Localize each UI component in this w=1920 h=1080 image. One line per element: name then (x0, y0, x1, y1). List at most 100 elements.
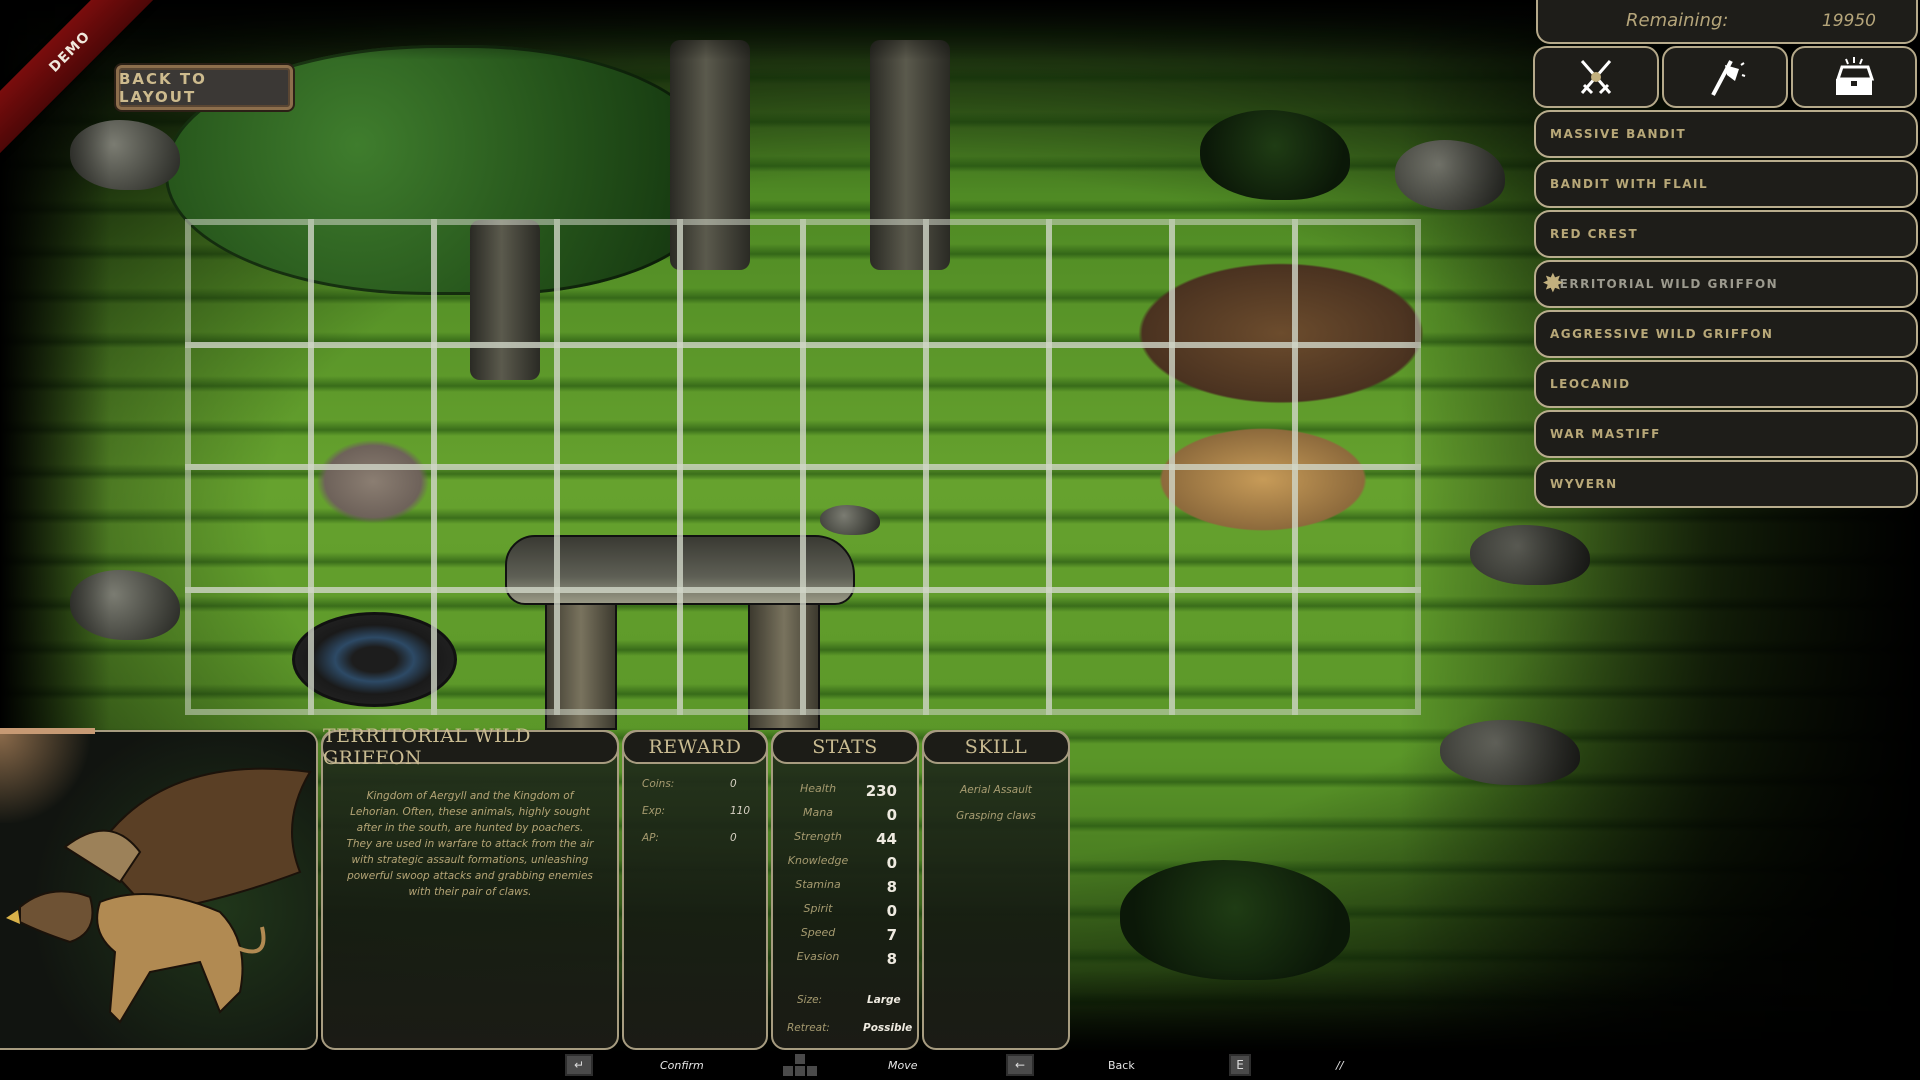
retreat-label: Retreat: (787, 1022, 830, 1034)
grid-cell[interactable] (1046, 464, 1175, 593)
grid-cell[interactable] (554, 464, 683, 593)
grid-cell[interactable] (308, 341, 437, 470)
grid-cell[interactable] (800, 341, 929, 470)
e-hint: // (1336, 1059, 1344, 1072)
stat-value: 0 (886, 806, 897, 824)
grid-cell[interactable] (1046, 586, 1175, 715)
enemy-list-item[interactable]: AGGRESSIVE WILD GRIFFON (1534, 310, 1918, 358)
bush (1200, 110, 1350, 200)
enemy-list-item[interactable]: RED CREST (1534, 210, 1918, 258)
selection-star-icon: ✸ (1542, 269, 1566, 299)
stat-label: Mana (803, 806, 833, 819)
grid-cell[interactable] (800, 586, 929, 715)
skill-item[interactable]: Grasping claws (924, 810, 1068, 822)
grid-cell[interactable] (185, 341, 314, 470)
grid-cell[interactable] (185, 464, 314, 593)
enemy-list-item-label: AGGRESSIVE WILD GRIFFON (1550, 327, 1774, 341)
enemy-list-item-label: MASSIVE BANDIT (1550, 127, 1687, 141)
enemy-list-item[interactable]: WYVERN (1534, 460, 1918, 508)
stat-row: Strength 44 (773, 830, 917, 850)
tab-equipment[interactable] (1662, 46, 1788, 108)
stat-row: Health 230 (773, 782, 917, 802)
grid-cell[interactable] (185, 219, 314, 348)
grid-cell[interactable] (431, 586, 560, 715)
stat-value: 0 (886, 902, 897, 920)
stat-value: 8 (886, 950, 897, 968)
grid-cell[interactable] (554, 341, 683, 470)
enemy-list-item[interactable]: MASSIVE BANDIT (1534, 110, 1918, 158)
arrow-keys-icon (783, 1054, 817, 1078)
grid-cell[interactable] (1046, 219, 1175, 348)
grid-cell[interactable] (431, 341, 560, 470)
stat-value: 8 (886, 878, 897, 896)
enemy-name-heading: TERRITORIAL WILD GRIFFON (321, 725, 619, 769)
grid-cell[interactable] (677, 219, 806, 348)
grid-cell[interactable] (677, 464, 806, 593)
enemy-list-item[interactable]: ✸ TERRITORIAL WILD GRIFFON (1534, 260, 1918, 308)
grid-cell[interactable] (1169, 219, 1298, 348)
enemy-list-item-label: TERRITORIAL WILD GRIFFON (1550, 277, 1779, 291)
bush (1120, 860, 1350, 980)
back-key-icon: ← (1006, 1054, 1034, 1076)
move-hint: Move (888, 1059, 918, 1072)
enemy-list-item-label: LEOCANID (1550, 377, 1631, 391)
grid-cell[interactable] (185, 586, 314, 715)
stat-label: Knowledge (787, 854, 849, 867)
reward-row: AP: 0 (642, 832, 752, 844)
grid-cell[interactable] (1169, 586, 1298, 715)
enemy-list-item[interactable]: WAR MASTIFF (1534, 410, 1918, 458)
stat-label: Strength (794, 830, 842, 843)
skill-item[interactable]: Aerial Assault (924, 784, 1068, 796)
grid-cell[interactable] (308, 219, 437, 348)
stat-value: 44 (876, 830, 897, 848)
enemy-list-item-label: WYVERN (1550, 477, 1618, 491)
grid-cell[interactable] (308, 464, 437, 593)
size-label: Size: (797, 994, 823, 1006)
grid-cell[interactable] (677, 341, 806, 470)
grid-cell[interactable] (1046, 341, 1175, 470)
stats-heading: STATS (771, 730, 919, 764)
stat-row: Mana 0 (773, 806, 917, 826)
enemy-list-item-label: RED CREST (1550, 227, 1639, 241)
corner-ornament (0, 728, 95, 823)
grid-cell[interactable] (800, 219, 929, 348)
size-value: Large (867, 994, 901, 1006)
back-hint: Back (1108, 1059, 1135, 1072)
description-panel: TERRITORIAL WILD GRIFFON Kingdom of Aerg… (321, 725, 619, 1050)
stat-row: Spirit 0 (773, 902, 917, 922)
grid-cell[interactable] (923, 464, 1052, 593)
stat-value: 7 (886, 926, 897, 944)
stat-label: Evasion (796, 950, 840, 963)
grid-cell[interactable] (554, 586, 683, 715)
enemy-list-item-label: WAR MASTIFF (1550, 427, 1661, 441)
reward-label: AP: (642, 832, 659, 844)
grid-cell[interactable] (923, 219, 1052, 348)
stat-row: Stamina 8 (773, 878, 917, 898)
enemy-list-item[interactable]: LEOCANID (1534, 360, 1918, 408)
grid-cell[interactable] (431, 464, 560, 593)
retreat-row: Retreat: (787, 1022, 830, 1034)
battle-grid[interactable] (185, 219, 1421, 715)
grid-cell[interactable] (1169, 341, 1298, 470)
grid-cell[interactable] (800, 464, 929, 593)
enemy-list-item-label: BANDIT WITH FLAIL (1550, 177, 1709, 191)
grid-cell[interactable] (1169, 464, 1298, 593)
remaining-label: Remaining: (1626, 10, 1729, 31)
grid-cell[interactable] (308, 586, 437, 715)
tab-battle[interactable] (1533, 46, 1659, 108)
back-to-layout-button[interactable]: BACK TO LAYOUT (116, 65, 293, 110)
grid-cell[interactable] (677, 586, 806, 715)
enemy-list-item[interactable]: BANDIT WITH FLAIL (1534, 160, 1918, 208)
grid-cell[interactable] (923, 586, 1052, 715)
enter-key-icon: ↵ (565, 1054, 593, 1076)
reward-value: 0 (730, 778, 737, 790)
stat-value: 230 (865, 782, 897, 800)
tab-loot[interactable] (1791, 46, 1917, 108)
grid-cell[interactable] (554, 219, 683, 348)
reward-label: Coins: (642, 778, 675, 790)
enemy-description: Kingdom of Aergyll and the Kingdom of Le… (346, 790, 594, 898)
stat-row: Speed 7 (773, 926, 917, 946)
grid-cell[interactable] (431, 219, 560, 348)
reward-panel: REWARD Coins: 0 Exp: 110 AP: 0 (622, 730, 768, 1050)
grid-cell[interactable] (923, 341, 1052, 470)
